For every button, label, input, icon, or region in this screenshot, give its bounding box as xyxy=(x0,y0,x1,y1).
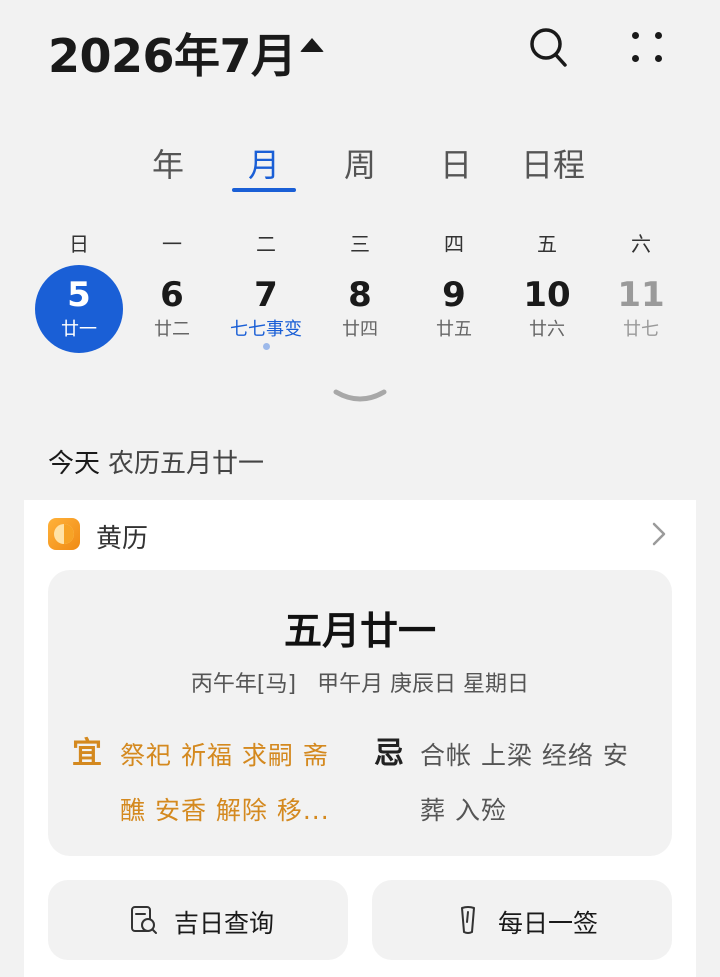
day-cell[interactable]: 11 廿七 xyxy=(597,265,685,353)
lunar-date-heading: 五月廿一 xyxy=(283,609,436,653)
ji-activities: 合帐 上梁 经络 安 葬 入殓 xyxy=(420,728,656,838)
almanac-card[interactable]: 黄历 五月廿一 丙午年[马] 甲午月 庚辰日 星期日 宜 祭祀 祈福 求嗣 斋 … xyxy=(24,500,696,977)
day-number: 6 xyxy=(160,275,184,315)
day-number: 10 xyxy=(523,275,571,315)
today-summary: 今天 农历五月廿一 xyxy=(48,443,264,480)
daily-fortune-button[interactable]: 每日一签 xyxy=(372,880,672,960)
more-dots-icon[interactable] xyxy=(628,28,668,68)
yi-line: 醮 安香 解除 移... xyxy=(120,796,330,825)
month-title[interactable]: 2026年7月 xyxy=(48,20,297,86)
yi-label: 宜 xyxy=(72,736,102,771)
lunar-day: 廿七 xyxy=(623,319,659,340)
chevron-right-icon[interactable] xyxy=(652,522,666,546)
today-lunar-date: 农历五月廿一 xyxy=(108,449,265,479)
day-number: 9 xyxy=(442,275,466,315)
today-label: 今天 xyxy=(48,449,101,479)
chevron-down-icon[interactable] xyxy=(330,382,390,412)
almanac-detail-panel[interactable]: 五月廿一 丙午年[马] 甲午月 庚辰日 星期日 宜 祭祀 祈福 求嗣 斋 醮 安… xyxy=(48,570,672,856)
ganzhi-line: 丙午年[马] 甲午月 庚辰日 星期日 xyxy=(190,672,530,697)
tab-month[interactable]: 月 xyxy=(248,140,280,186)
view-tabs: 年 月 周 日 日程 xyxy=(0,130,720,200)
weekday-label: 六 xyxy=(631,232,651,256)
auspicious-day-search-button[interactable]: 吉日查询 xyxy=(48,880,348,960)
day-number: 7 xyxy=(254,275,278,315)
weekday-label: 二 xyxy=(256,232,276,256)
fortune-stick-icon xyxy=(461,906,475,934)
weekday-label: 四 xyxy=(444,232,464,256)
caret-up-icon[interactable] xyxy=(300,38,324,52)
active-tab-indicator xyxy=(232,188,296,192)
weekday-label: 一 xyxy=(162,232,182,256)
tab-day[interactable]: 日 xyxy=(440,140,472,186)
calendar-search-icon xyxy=(131,906,157,934)
weekday-label: 三 xyxy=(350,232,370,256)
day-number: 5 xyxy=(67,275,91,315)
tab-schedule[interactable]: 日程 xyxy=(521,140,585,186)
day-number: 11 xyxy=(617,275,665,315)
almanac-icon xyxy=(48,518,80,550)
search-icon[interactable] xyxy=(528,26,568,68)
day-number: 8 xyxy=(348,275,372,315)
tab-week[interactable]: 周 xyxy=(344,140,376,186)
ji-line: 葬 入殓 xyxy=(420,796,507,825)
yi-line: 祭祀 祈福 求嗣 斋 xyxy=(120,741,329,770)
event-dot xyxy=(263,343,270,350)
tab-year[interactable]: 年 xyxy=(152,140,184,186)
top-bar: 2026年7月 xyxy=(0,0,720,100)
ji-line: 合帐 上梁 经络 安 xyxy=(420,741,629,770)
ji-label: 忌 xyxy=(374,736,404,771)
yi-activities: 祭祀 祈福 求嗣 斋 醮 安香 解除 移... xyxy=(120,728,352,838)
almanac-title: 黄历 xyxy=(96,524,149,554)
weekday-label: 五 xyxy=(537,232,557,256)
button-label: 吉日查询 xyxy=(174,909,275,938)
weekday-label: 日 xyxy=(69,232,89,256)
button-label: 每日一签 xyxy=(498,909,599,938)
